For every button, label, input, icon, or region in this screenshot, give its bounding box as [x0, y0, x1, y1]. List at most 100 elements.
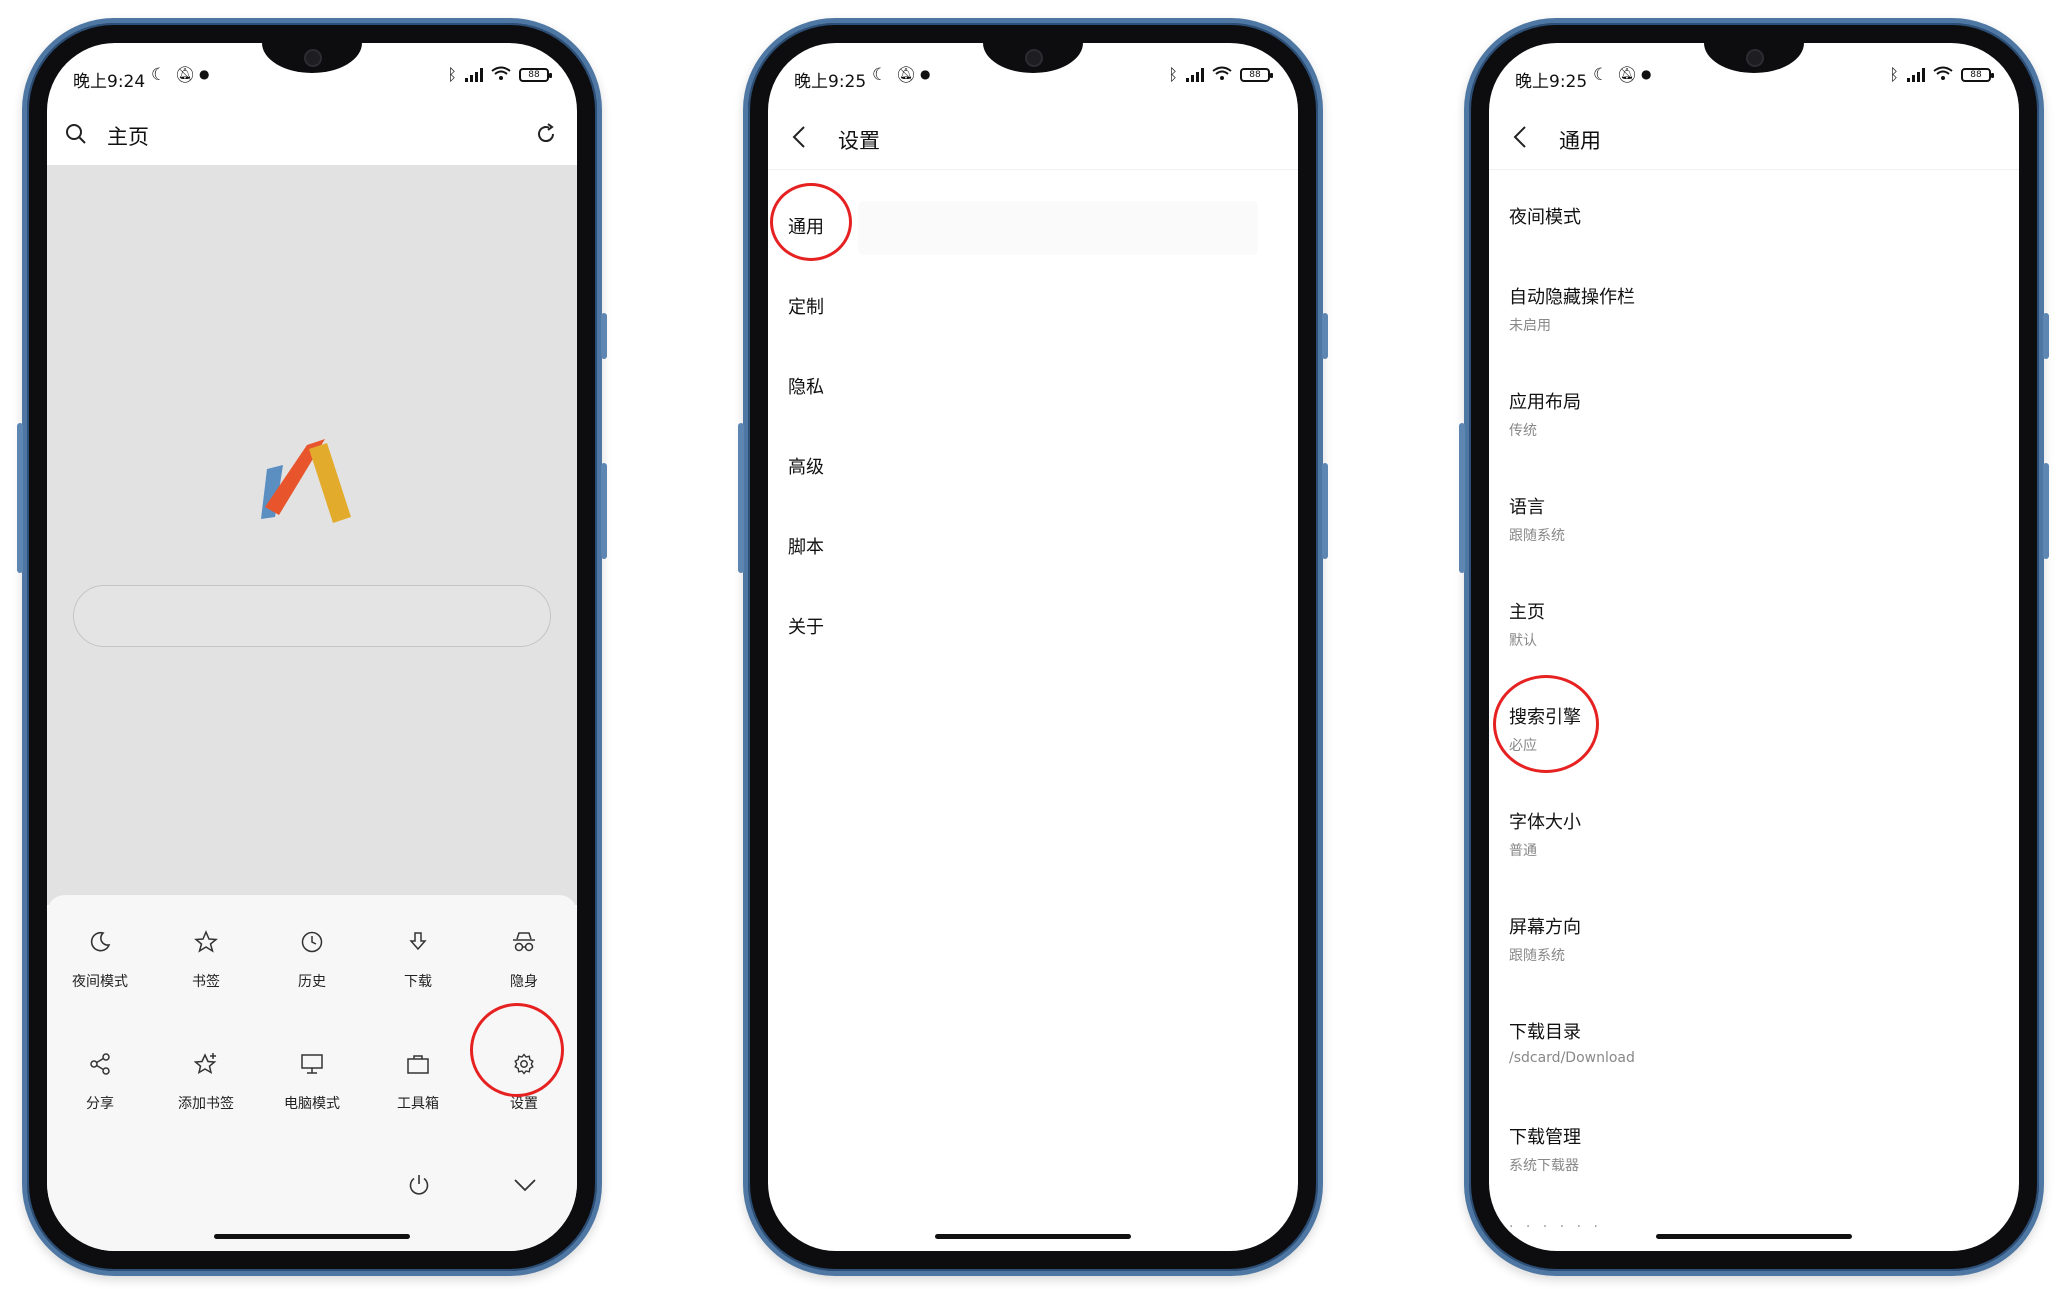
qq-icon: ●: [1641, 67, 1652, 81]
general-item-app-layout[interactable]: 应用布局 传统: [1509, 388, 1581, 440]
item-value: /sdcard/Download: [1509, 1050, 1635, 1066]
general-item-font-size[interactable]: 字体大小 普通: [1509, 808, 1581, 860]
search-input[interactable]: [73, 585, 551, 647]
general-item-screen-orientation[interactable]: 屏幕方向 跟随系统: [1509, 913, 1581, 965]
item-value: 默认: [1509, 633, 1537, 649]
status-time: 晚上9:25: [1515, 72, 1588, 92]
general-item-auto-hide-toolbar[interactable]: 自动隐藏操作栏 未启用: [1509, 283, 1635, 335]
item-title: 语言: [1509, 497, 1545, 518]
page-title[interactable]: 主页: [107, 121, 149, 151]
menu-item-settings[interactable]: 设置: [471, 1047, 577, 1113]
item-title: 自动隐藏操作栏: [1509, 287, 1635, 308]
star-icon: [194, 930, 218, 953]
mute-icon: 🔕︎: [896, 65, 917, 84]
item-title: 搜索引擎: [1509, 707, 1581, 728]
settings-item-privacy[interactable]: 隐私: [788, 373, 824, 399]
item-value: 普通: [1509, 843, 1537, 859]
back-arrow-icon[interactable]: [792, 125, 806, 153]
moon-icon: [90, 931, 111, 952]
home-indicator: [214, 1234, 410, 1239]
screenshot-stage: 晚上9:24 ☾ 🔕︎ ● ᛒ 88 主页 夜间模式 书签 历史 下载 隐身 分…: [0, 0, 2065, 1289]
menu-item-bookmarks[interactable]: 书签: [153, 925, 259, 991]
menu-item-desktop-mode[interactable]: 电脑模式: [259, 1047, 365, 1113]
settings-header: 通用: [1489, 105, 2019, 170]
incognito-icon: [513, 932, 535, 952]
menu-item-label: 设置: [510, 1096, 538, 1112]
menu-item-toolbox[interactable]: 工具箱: [365, 1047, 471, 1113]
partially-visible-row: · · · · · ·: [1509, 1219, 1602, 1235]
status-time: 晚上9:24: [73, 72, 146, 92]
general-item-homepage[interactable]: 主页 默认: [1509, 598, 1545, 650]
toolbox-icon: [407, 1055, 429, 1074]
item-value: 跟随系统: [1509, 948, 1565, 964]
menu-item-night-mode[interactable]: 夜间模式: [47, 925, 153, 991]
home-indicator: [1656, 1234, 1852, 1239]
wifi-icon: [1933, 65, 1953, 84]
phone-side-button: [1322, 313, 1328, 359]
menu-item-label: 电脑模式: [284, 1096, 340, 1112]
signal-icon: [1907, 67, 1925, 82]
moon-status-icon: ☾: [1593, 65, 1609, 85]
clock-icon: [301, 931, 323, 953]
settings-item-general[interactable]: 通用: [788, 213, 824, 239]
menu-item-label: 分享: [86, 1096, 114, 1112]
signal-icon: [1186, 67, 1204, 82]
refresh-icon[interactable]: [535, 123, 557, 149]
menu-item-label: 隐身: [510, 974, 538, 990]
battery-icon: 88: [1961, 67, 1994, 82]
menu-item-share[interactable]: 分享: [47, 1047, 153, 1113]
wifi-icon: [491, 65, 511, 84]
phone-side-button: [2043, 463, 2049, 559]
settings-item-advanced[interactable]: 高级: [788, 453, 824, 479]
item-value: 传统: [1509, 423, 1537, 439]
settings-item-scripts[interactable]: 脚本: [788, 533, 824, 559]
general-item-search-engine[interactable]: 搜索引擎 必应: [1509, 703, 1581, 755]
moon-status-icon: ☾: [151, 65, 167, 85]
phone-side-button: [601, 463, 607, 559]
qq-icon: ●: [920, 67, 931, 81]
general-item-download-directory[interactable]: 下载目录 /sdcard/Download: [1509, 1018, 1635, 1066]
settings-item-about[interactable]: 关于: [788, 613, 824, 639]
bluetooth-icon: ᛒ: [447, 65, 457, 84]
general-item-language[interactable]: 语言 跟随系统: [1509, 493, 1565, 545]
menu-item-history[interactable]: 历史: [259, 925, 365, 991]
wifi-icon: [1212, 65, 1232, 84]
page-title: 通用: [1559, 129, 1601, 153]
download-icon: [409, 932, 427, 951]
menu-item-add-bookmark[interactable]: 添加书签: [153, 1047, 259, 1113]
general-item-download-manager[interactable]: 下载管理 系统下载器: [1509, 1123, 1581, 1175]
menu-item-incognito[interactable]: 隐身: [471, 925, 577, 991]
status-time: 晚上9:25: [794, 72, 867, 92]
home-toolbar: 主页: [47, 105, 577, 161]
phone-general-settings: 晚上9:25 ☾ 🔕︎ ● ᛒ 88 通用 夜间模式 自动隐藏操作栏 未启用 应…: [1459, 18, 2049, 1276]
settings-item-customize[interactable]: 定制: [788, 293, 824, 319]
phone-side-button: [2043, 313, 2049, 359]
mute-icon: 🔕︎: [175, 65, 196, 84]
app-logo: [261, 439, 351, 523]
chevron-down-icon[interactable]: [513, 1177, 537, 1197]
phone-side-button: [17, 423, 23, 573]
menu-item-label: 添加书签: [178, 1096, 234, 1112]
back-arrow-icon[interactable]: [1513, 125, 1527, 153]
bluetooth-icon: ᛒ: [1889, 65, 1899, 84]
search-icon[interactable]: [65, 123, 87, 149]
phone-side-button: [1322, 463, 1328, 559]
menu-item-label: 夜间模式: [72, 974, 128, 990]
gear-icon: [514, 1053, 534, 1075]
phone-screen: 晚上9:25 ☾ 🔕︎ ● ᛒ 88 设置 通用 定制 隐私 高级 脚本 关于: [768, 43, 1298, 1251]
item-title: 应用布局: [1509, 392, 1581, 413]
general-item-night-mode[interactable]: 夜间模式: [1509, 203, 1581, 229]
add-bookmark-icon: [194, 1053, 217, 1075]
bottom-menu: 夜间模式 书签 历史 下载 隐身 分享 添加书签 电脑模式 工具箱 设置: [47, 895, 577, 1251]
item-title: 主页: [1509, 602, 1545, 623]
power-icon[interactable]: [407, 1173, 431, 1201]
page-title: 设置: [838, 129, 880, 153]
phone-side-button: [738, 423, 744, 573]
mute-icon: 🔕︎: [1617, 65, 1638, 84]
home-indicator: [935, 1234, 1131, 1239]
settings-header: 设置: [768, 105, 1298, 170]
menu-item-downloads[interactable]: 下载: [365, 925, 471, 991]
phone-screen: 晚上9:25 ☾ 🔕︎ ● ᛒ 88 通用 夜间模式 自动隐藏操作栏 未启用 应…: [1489, 43, 2019, 1251]
share-icon: [90, 1053, 110, 1075]
moon-status-icon: ☾: [872, 65, 888, 85]
